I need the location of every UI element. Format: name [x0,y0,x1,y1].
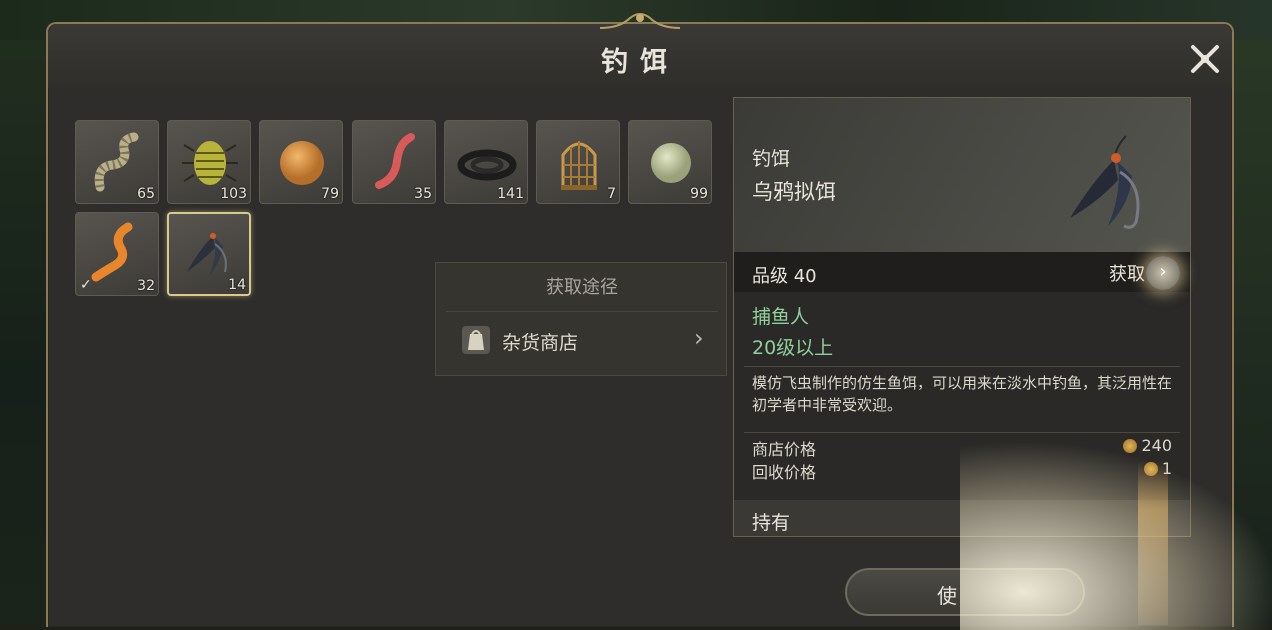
crow-lure-large-icon [1070,135,1140,229]
item-category: 钓饵 [752,148,791,170]
divider [744,432,1180,433]
item-count: 7 [607,186,616,202]
close-icon[interactable] [1188,42,1222,76]
sell-price-value: 1 [1161,459,1172,478]
inventory-slot-crow-lure[interactable]: 14 [167,212,251,296]
item-detail-panel: 钓饵 乌鸦拟饵 品级 40 获取 › 捕鱼人 20级以上 模仿飞虫制作的仿生鱼饵… [733,97,1191,537]
sell-price-row: 回收价格 1 [752,459,1172,482]
title-ornament-icon [600,13,680,29]
grade-row: 品级 40 获取 › [734,252,1190,292]
shop-price-label: 商店价格 [752,440,817,459]
item-count: 103 [220,186,247,202]
inventory-slot-grey-worm[interactable]: 65 [75,120,159,204]
sell-price-value-wrap: 1 [1143,459,1172,478]
shop-bag-icon [462,326,490,354]
held-row: 持有 [734,500,1190,536]
item-name: 乌鸦拟饵 [752,180,836,204]
item-count: 65 [137,186,155,202]
shop-price-row: 商店价格 240 [752,436,1172,459]
inventory-slot-cage[interactable]: 7 [536,120,620,204]
use-button-label: 使 [937,584,957,608]
item-count: 32 [137,278,155,294]
item-count: 14 [228,277,246,293]
sell-price-label: 回收价格 [752,463,817,482]
coin-icon [1143,462,1158,476]
acquisition-source-row[interactable]: 杂货商店 › [446,311,718,368]
get-button[interactable]: 获取 [1109,260,1145,286]
held-label: 持有 [752,512,791,534]
inventory-slot-red-worm[interactable]: 35 [352,120,436,204]
inventory-slot-black-eel[interactable]: 141 [444,120,528,204]
acquisition-source-label: 杂货商店 [502,332,579,354]
required-level: 20级以上 [752,337,834,359]
item-count: 79 [321,186,339,202]
item-grade: 品级 40 [752,266,817,287]
window-title: 钓饵 [601,47,679,78]
chevron-right-icon[interactable]: › [1146,256,1180,290]
shop-price-value: 240 [1141,436,1172,455]
item-detail-header: 钓饵 乌鸦拟饵 [734,98,1190,252]
shop-price-value-wrap: 240 [1123,436,1172,455]
divider [744,366,1180,367]
item-count: 99 [690,186,708,202]
item-count: 35 [414,186,432,202]
item-count: 141 [497,186,524,202]
acquisition-title: 获取途径 [546,277,618,298]
required-job: 捕鱼人 [752,306,810,328]
coin-icon [1123,439,1138,453]
inventory-slot-beetle[interactable]: 103 [167,120,251,204]
inventory-slot-green-ball[interactable]: 99 [628,120,712,204]
inventory-slot-orange-worm[interactable]: ✓ 32 [75,212,159,296]
item-description: 模仿飞虫制作的仿生鱼饵，可以用来在淡水中钓鱼，其泛用性在初学者中非常受欢迎。 [752,374,1173,414]
inventory-slot-dough-ball[interactable]: 79 [259,120,343,204]
use-button[interactable]: 使 [845,568,1085,616]
chevron-right-icon: › [694,324,704,352]
equipped-check-icon: ✓ [80,277,92,293]
acquisition-panel: 获取途径 杂货商店 › [435,262,727,376]
